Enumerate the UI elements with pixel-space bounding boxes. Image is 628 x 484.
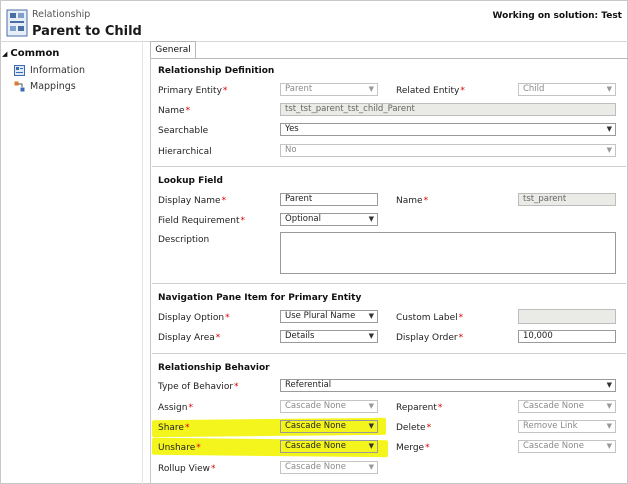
- field-requirement-select[interactable]: Optional ▼: [280, 213, 378, 226]
- chevron-down-icon: ▼: [606, 402, 612, 410]
- display-name-label: Display Name*: [158, 196, 227, 206]
- searchable-select[interactable]: Yes ▼: [280, 123, 616, 136]
- share-label: Share*: [158, 423, 190, 433]
- sidebar-item-mappings[interactable]: Mappings: [14, 81, 76, 92]
- sidebar-section-label: Common: [10, 48, 60, 59]
- section-divider: [152, 166, 626, 167]
- collapse-triangle-icon: ◢: [2, 49, 8, 58]
- sidebar-section-common[interactable]: ◢ Common: [2, 48, 59, 59]
- reparent-label: Reparent*: [396, 403, 443, 413]
- section-heading-navigation-pane: Navigation Pane Item for Primary Entity: [158, 293, 362, 303]
- display-name-field[interactable]: Parent: [280, 193, 378, 206]
- custom-label-label: Custom Label*: [396, 313, 464, 323]
- primary-entity-label: Primary Entity*: [158, 86, 228, 96]
- display-order-field[interactable]: 10,000: [518, 330, 616, 343]
- searchable-label: Searchable: [158, 126, 209, 136]
- merge-select[interactable]: Cascade None ▼: [518, 440, 616, 453]
- display-area-select[interactable]: Details ▼: [280, 330, 378, 343]
- section-heading-relationship-behavior: Relationship Behavior: [158, 363, 270, 373]
- sidebar-item-label: Mappings: [30, 81, 76, 92]
- header-divider: [0, 41, 628, 42]
- related-entity-label: Related Entity*: [396, 86, 465, 96]
- chevron-down-icon: ▼: [368, 85, 374, 93]
- display-area-label: Display Area*: [158, 333, 221, 343]
- custom-label-field[interactable]: [518, 309, 616, 324]
- chevron-down-icon: ▼: [606, 125, 612, 133]
- page-title: Parent to Child: [32, 24, 142, 39]
- chevron-down-icon: ▼: [368, 463, 374, 471]
- description-textarea[interactable]: [280, 232, 616, 274]
- header-subtitle: Relationship: [32, 9, 91, 20]
- rollup-view-select[interactable]: Cascade None ▼: [280, 461, 378, 474]
- relationship-name-field[interactable]: tst_tst_parent_tst_child_Parent: [280, 103, 616, 116]
- tab-general[interactable]: General: [150, 41, 196, 59]
- unshare-label: Unshare*: [158, 443, 201, 453]
- field-requirement-label: Field Requirement*: [158, 216, 246, 226]
- chevron-down-icon: ▼: [606, 422, 612, 430]
- display-option-label: Display Option*: [158, 313, 230, 323]
- mappings-icon: [14, 81, 25, 92]
- chevron-down-icon: ▼: [368, 215, 374, 223]
- information-icon: [14, 65, 25, 76]
- section-heading-lookup-field: Lookup Field: [158, 176, 223, 186]
- display-option-select[interactable]: Use Plural Name ▼: [280, 310, 378, 323]
- sidebar-item-label: Information: [30, 65, 85, 76]
- solution-indicator: Working on solution: Test: [492, 11, 622, 21]
- assign-select[interactable]: Cascade None ▼: [280, 400, 378, 413]
- merge-label: Merge*: [396, 443, 430, 453]
- form-left-border: [150, 58, 151, 484]
- section-divider: [152, 283, 626, 284]
- delete-select[interactable]: Remove Link ▼: [518, 420, 616, 433]
- sidebar-divider: [142, 42, 143, 484]
- type-of-behavior-select[interactable]: Referential ▼: [280, 379, 616, 392]
- hierarchical-label: Hierarchical: [158, 147, 212, 157]
- section-heading-relationship-definition: Relationship Definition: [158, 66, 275, 76]
- name-label: Name*: [158, 106, 191, 116]
- unshare-select[interactable]: Cascade None ▼: [280, 440, 378, 453]
- lookup-name-label: Name*: [396, 196, 429, 206]
- related-entity-select[interactable]: Child ▼: [518, 83, 616, 96]
- section-divider: [152, 353, 626, 354]
- chevron-down-icon: ▼: [606, 381, 612, 389]
- chevron-down-icon: ▼: [606, 146, 612, 154]
- chevron-down-icon: ▼: [368, 422, 374, 430]
- description-label: Description: [158, 235, 210, 245]
- hierarchical-select[interactable]: No ▼: [280, 144, 616, 157]
- chevron-down-icon: ▼: [368, 312, 374, 320]
- type-of-behavior-label: Type of Behavior*: [158, 382, 239, 392]
- sidebar-item-information[interactable]: Information: [14, 65, 85, 76]
- chevron-down-icon: ▼: [368, 332, 374, 340]
- share-select[interactable]: Cascade None ▼: [280, 420, 378, 433]
- lookup-name-field[interactable]: tst_parent: [518, 193, 616, 206]
- chevron-down-icon: ▼: [606, 442, 612, 450]
- delete-label: Delete*: [396, 423, 432, 433]
- assign-label: Assign*: [158, 403, 193, 413]
- rollup-view-label: Rollup View*: [158, 464, 216, 474]
- primary-entity-select[interactable]: Parent ▼: [280, 83, 378, 96]
- chevron-down-icon: ▼: [606, 85, 612, 93]
- chevron-down-icon: ▼: [368, 402, 374, 410]
- chevron-down-icon: ▼: [368, 442, 374, 450]
- reparent-select[interactable]: Cascade None ▼: [518, 400, 616, 413]
- relationship-entity-icon: [6, 9, 28, 37]
- tab-strip-line: [150, 58, 628, 59]
- display-order-label: Display Order*: [396, 333, 464, 343]
